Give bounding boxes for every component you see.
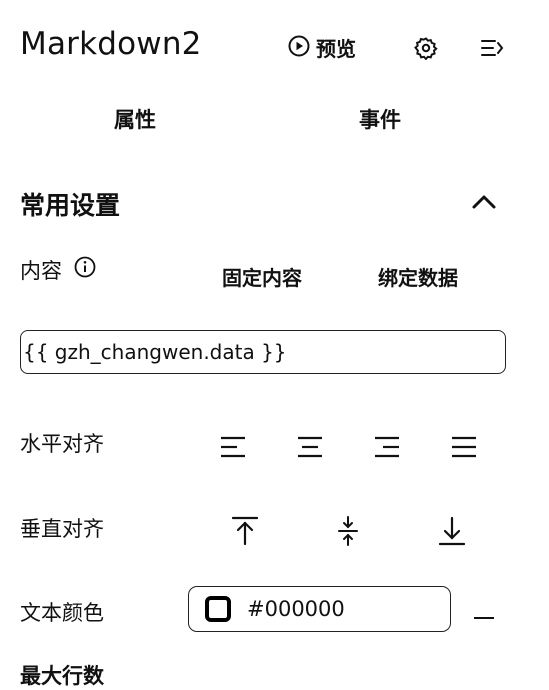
- align-middle-button[interactable]: [336, 516, 360, 550]
- remove-color-button[interactable]: [474, 598, 494, 626]
- align-top-icon: [231, 516, 259, 550]
- gear-icon: [414, 37, 438, 64]
- section-toggle-button[interactable]: [471, 192, 497, 214]
- preview-label: 预览: [316, 37, 356, 61]
- text-color-label: 文本颜色: [20, 601, 104, 625]
- align-top-button[interactable]: [231, 516, 259, 550]
- color-swatch[interactable]: [205, 596, 231, 622]
- align-middle-icon: [336, 516, 360, 550]
- info-icon[interactable]: [74, 256, 96, 282]
- component-title: Markdown2: [20, 26, 202, 62]
- section-title: 常用设置: [20, 191, 121, 220]
- minus-icon: [474, 598, 494, 626]
- h-align-label: 水平对齐: [20, 432, 104, 456]
- align-left-button[interactable]: [220, 436, 246, 462]
- align-right-button[interactable]: [374, 436, 400, 462]
- align-right-icon: [374, 436, 400, 462]
- align-bottom-icon: [438, 516, 466, 550]
- collapse-panel-button[interactable]: [480, 38, 504, 62]
- text-color-value: #000000: [247, 597, 345, 621]
- align-justify-button[interactable]: [451, 436, 477, 462]
- mode-bind-data[interactable]: 绑定数据: [378, 262, 458, 291]
- mode-fixed-content[interactable]: 固定内容: [222, 262, 302, 291]
- content-input-value: {{ gzh_changwen.data }}: [23, 340, 287, 364]
- align-center-button[interactable]: [297, 436, 323, 462]
- play-circle-icon: [288, 35, 310, 61]
- chevron-up-icon: [471, 195, 497, 214]
- tab-properties[interactable]: 属性: [114, 104, 156, 134]
- align-center-icon: [297, 436, 323, 462]
- text-color-picker[interactable]: #000000: [188, 586, 451, 632]
- content-input[interactable]: {{ gzh_changwen.data }}: [20, 330, 506, 374]
- settings-button[interactable]: [414, 36, 438, 64]
- preview-button[interactable]: 预览: [288, 33, 356, 62]
- collapse-panel-icon: [480, 40, 504, 62]
- align-justify-icon: [451, 436, 477, 462]
- v-align-label: 垂直对齐: [20, 517, 104, 541]
- align-left-icon: [220, 436, 246, 462]
- align-bottom-button[interactable]: [438, 516, 466, 550]
- content-label: 内容: [20, 259, 62, 283]
- max-lines-label: 最大行数: [20, 664, 104, 688]
- tab-events[interactable]: 事件: [359, 104, 401, 134]
